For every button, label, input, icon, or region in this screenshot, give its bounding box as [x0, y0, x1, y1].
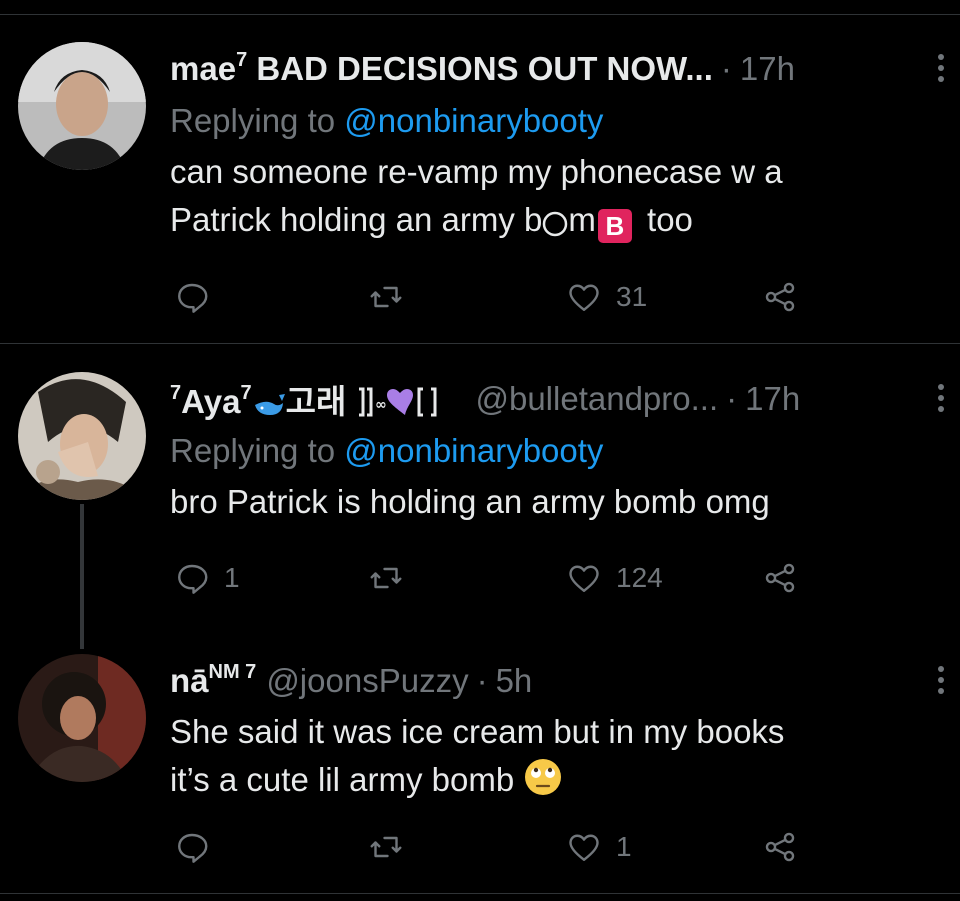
reply-button[interactable] — [174, 277, 224, 317]
mention-link[interactable]: @nonbinarybooty — [344, 432, 603, 469]
tweet-actions: 1 124 — [170, 558, 810, 598]
like-icon — [569, 565, 599, 592]
reply-button[interactable]: 1 — [174, 558, 240, 598]
thread-connector — [80, 504, 84, 649]
mention-link[interactable]: @nonbinarybooty — [344, 102, 603, 139]
share-button[interactable] — [762, 558, 798, 598]
like-button[interactable]: 1 — [566, 827, 632, 867]
timestamp[interactable]: 17h — [745, 380, 800, 418]
share-button[interactable] — [762, 277, 798, 317]
reply-icon — [178, 564, 208, 594]
tweet-text: bro Patrick is holding an army bomb omg — [170, 483, 770, 520]
whale-emoji — [254, 394, 285, 415]
handle[interactable]: @bulletandpro... — [475, 380, 718, 418]
retweet-icon — [370, 836, 402, 858]
tweet-2[interactable]: 7Aya7 고래 ∞ @bulletandpro... · 17h Replyin… — [0, 344, 960, 649]
separator-dot: · — [476, 662, 488, 699]
share-icon — [765, 832, 795, 862]
separator-dot: · — [720, 50, 732, 87]
tweet-actions: 1 — [170, 827, 810, 867]
reply-icon — [178, 833, 208, 863]
tweet-header: mae7 BAD DECISIONS OUT NOW... · 17h — [170, 44, 944, 94]
share-icon — [765, 282, 795, 312]
retweet-button[interactable] — [368, 558, 418, 598]
tweet-header: 7Aya7 고래 ∞ @bulletandpro... · 17h — [170, 374, 944, 424]
decorative-symbols-icon: ∞ — [359, 387, 437, 417]
retweet-icon — [370, 567, 402, 589]
replying-to: Replying to @nonbinarybooty — [170, 102, 604, 139]
like-icon — [569, 834, 599, 861]
retweet-button[interactable] — [368, 827, 418, 867]
tweet-1[interactable]: mae7 BAD DECISIONS OUT NOW... · 17h Repl… — [0, 14, 960, 343]
display-name[interactable]: mae7 BAD DECISIONS OUT NOW... — [170, 49, 713, 88]
bottom-divider — [0, 893, 960, 894]
like-icon — [569, 284, 599, 311]
eye-roll-emoji — [525, 759, 562, 795]
display-name[interactable]: nāNM 7 — [170, 661, 256, 700]
reply-icon — [178, 283, 208, 313]
tweet-header: nāNM 7 @joonsPuzzy · 5h — [170, 656, 944, 706]
retweet-icon — [370, 286, 402, 308]
retweet-button[interactable] — [368, 277, 418, 317]
replying-to: Replying to @nonbinarybooty — [170, 432, 604, 469]
more-icon[interactable] — [926, 48, 956, 88]
like-button[interactable]: 124 — [566, 558, 663, 598]
more-icon[interactable] — [926, 660, 956, 700]
avatar[interactable] — [18, 372, 146, 500]
tweet-text: She said it was ice cream but in my book… — [170, 713, 785, 798]
timestamp[interactable]: 17h — [740, 50, 795, 88]
tweet-actions: 31 — [170, 277, 810, 317]
like-button[interactable]: 31 — [566, 277, 647, 317]
share-icon — [765, 563, 795, 593]
avatar[interactable] — [18, 42, 146, 170]
separator-dot: · — [726, 380, 738, 417]
circle-glyph-icon — [543, 211, 568, 237]
more-icon[interactable] — [926, 378, 956, 418]
svg-text:∞: ∞ — [375, 397, 387, 413]
share-button[interactable] — [762, 827, 798, 867]
avatar[interactable] — [18, 654, 146, 782]
tweet-text: can someone re-vamp my phonecase w a Pat… — [170, 153, 783, 243]
tweet-3[interactable]: nāNM 7 @joonsPuzzy · 5h She said it was … — [0, 644, 960, 893]
reply-button[interactable] — [174, 827, 224, 867]
display-name[interactable]: 7Aya7 고래 ∞ — [170, 375, 465, 423]
timestamp[interactable]: 5h — [496, 662, 533, 700]
handle[interactable]: @joonsPuzzy — [266, 662, 468, 700]
b-button-emoji: B — [597, 209, 632, 243]
